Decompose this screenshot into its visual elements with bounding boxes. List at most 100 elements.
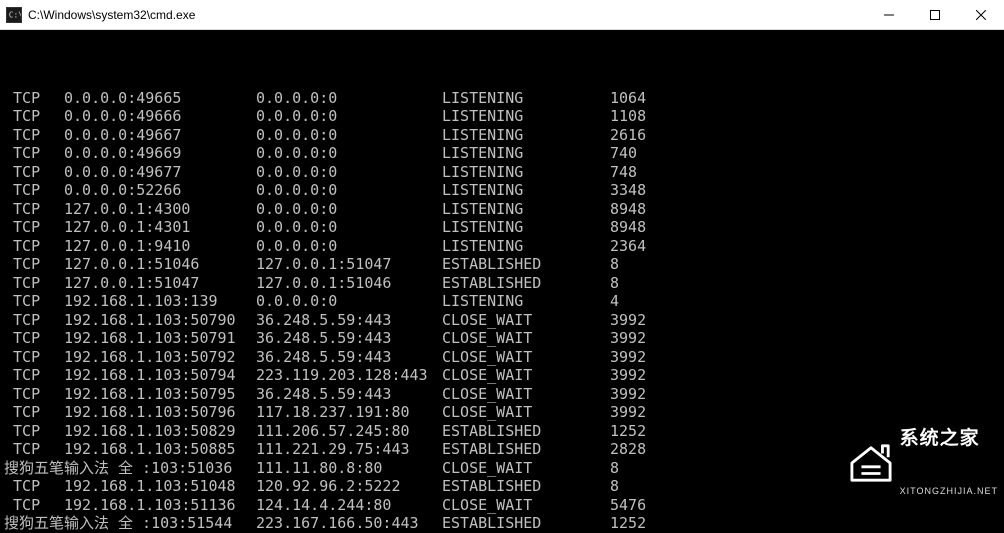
proto-cell: TCP [4, 366, 64, 385]
close-button[interactable] [958, 0, 1004, 30]
netstat-row: TCP127.0.0.1:51047127.0.0.1:51046ESTABLI… [4, 274, 1000, 293]
pid-cell: 8 [610, 274, 619, 293]
netstat-row: TCP0.0.0.0:496660.0.0.0:0LISTENING1108 [4, 107, 1000, 126]
state-cell: ESTABLISHED [442, 255, 610, 274]
state-cell: LISTENING [442, 218, 610, 237]
netstat-row: TCP192.168.1.103:5079036.248.5.59:443CLO… [4, 311, 1000, 330]
remote-address-cell: 117.18.237.191:80 [256, 403, 442, 422]
watermark: 系统之家 XITONGZHIJIA.NET [848, 392, 998, 533]
proto-cell: TCP [4, 496, 64, 515]
state-cell: CLOSE_WAIT [442, 385, 610, 404]
maximize-icon [930, 10, 940, 20]
remote-address-cell: 0.0.0.0:0 [256, 144, 442, 163]
minimize-button[interactable] [866, 0, 912, 30]
remote-address-cell: 0.0.0.0:0 [256, 218, 442, 237]
local-address-cell: 127.0.0.1:51047 [64, 274, 256, 293]
watermark-text: 系统之家 XITONGZHIJIA.NET [900, 392, 998, 533]
ime-overlay: 搜狗五笔输入法 全 :103:51036 [4, 459, 256, 478]
state-cell: ESTABLISHED [442, 422, 610, 441]
pid-cell: 8948 [610, 200, 646, 219]
pid-cell: 3992 [610, 385, 646, 404]
proto-cell: TCP [4, 200, 64, 219]
state-cell: LISTENING [442, 200, 610, 219]
proto-cell: TCP [4, 329, 64, 348]
ime-label: 搜狗五笔输入法 全 : [4, 514, 151, 533]
local-address-cell: 192.168.1.103:50885 [64, 440, 256, 459]
netstat-row: TCP127.0.0.1:43000.0.0.0:0LISTENING8948 [4, 200, 1000, 219]
ime-overlay: 搜狗五笔输入法 全 :103:51544 [4, 514, 256, 533]
local-address-cell: 127.0.0.1:51046 [64, 255, 256, 274]
netstat-row: TCP127.0.0.1:43010.0.0.0:0LISTENING8948 [4, 218, 1000, 237]
remote-address-cell: 0.0.0.0:0 [256, 237, 442, 256]
pid-cell: 1252 [610, 514, 646, 533]
proto-cell: TCP [4, 218, 64, 237]
remote-address-cell: 0.0.0.0:0 [256, 200, 442, 219]
pid-cell: 5476 [610, 496, 646, 515]
pid-cell: 2364 [610, 237, 646, 256]
state-cell: ESTABLISHED [442, 477, 610, 496]
remote-address-cell: 0.0.0.0:0 [256, 89, 442, 108]
local-address-cell: 192.168.1.103:50792 [64, 348, 256, 367]
local-address-cell: 0.0.0.0:49677 [64, 163, 256, 182]
state-cell: CLOSE_WAIT [442, 329, 610, 348]
pid-cell: 2828 [610, 440, 646, 459]
pid-cell: 2616 [610, 126, 646, 145]
proto-cell: TCP [4, 403, 64, 422]
local-tail: 103:51036 [151, 459, 232, 477]
proto-cell: TCP [4, 237, 64, 256]
state-cell: CLOSE_WAIT [442, 348, 610, 367]
remote-address-cell: 127.0.0.1:51046 [256, 274, 442, 293]
pid-cell: 3992 [610, 311, 646, 330]
state-cell: LISTENING [442, 292, 610, 311]
remote-address-cell: 120.92.96.2:5222 [256, 477, 442, 496]
state-cell: ESTABLISHED [442, 274, 610, 293]
local-address-cell: 0.0.0.0:49669 [64, 144, 256, 163]
watermark-en: XITONGZHIJIA.NET [900, 487, 998, 496]
pid-cell: 3992 [610, 329, 646, 348]
remote-address-cell: 36.248.5.59:443 [256, 348, 442, 367]
netstat-row: TCP192.168.1.103:5079136.248.5.59:443CLO… [4, 329, 1000, 348]
pid-cell: 1252 [610, 422, 646, 441]
minimize-icon [884, 10, 894, 20]
remote-address-cell: 124.14.4.244:80 [256, 496, 442, 515]
pid-cell: 3992 [610, 403, 646, 422]
proto-cell: TCP [4, 422, 64, 441]
netstat-row: TCP0.0.0.0:496670.0.0.0:0LISTENING2616 [4, 126, 1000, 145]
remote-address-cell: 223.119.203.128:443 [256, 366, 442, 385]
netstat-row: TCP0.0.0.0:496690.0.0.0:0LISTENING740 [4, 144, 1000, 163]
netstat-row: TCP127.0.0.1:94100.0.0.0:0LISTENING2364 [4, 237, 1000, 256]
pid-cell: 3992 [610, 348, 646, 367]
terminal-area[interactable]: TCP0.0.0.0:496650.0.0.0:0LISTENING1064 T… [0, 30, 1004, 533]
proto-cell: TCP [4, 348, 64, 367]
state-cell: LISTENING [442, 107, 610, 126]
pid-cell: 8 [610, 255, 619, 274]
remote-address-cell: 0.0.0.0:0 [256, 181, 442, 200]
maximize-button[interactable] [912, 0, 958, 30]
proto-cell: TCP [4, 274, 64, 293]
state-cell: CLOSE_WAIT [442, 403, 610, 422]
remote-address-cell: 111.221.29.75:443 [256, 440, 442, 459]
state-cell: LISTENING [442, 126, 610, 145]
netstat-row: TCP127.0.0.1:51046127.0.0.1:51047ESTABLI… [4, 255, 1000, 274]
local-address-cell: 127.0.0.1:4300 [64, 200, 256, 219]
proto-cell: TCP [4, 311, 64, 330]
local-address-cell: 192.168.1.103:50791 [64, 329, 256, 348]
proto-cell: TCP [4, 126, 64, 145]
remote-address-cell: 111.11.80.8:80 [256, 459, 442, 478]
state-cell: ESTABLISHED [442, 514, 610, 533]
local-address-cell: 192.168.1.103:50829 [64, 422, 256, 441]
remote-address-cell: 0.0.0.0:0 [256, 292, 442, 311]
pid-cell: 3348 [610, 181, 646, 200]
close-icon [976, 10, 986, 20]
netstat-row: TCP192.168.1.103:1390.0.0.0:0LISTENING4 [4, 292, 1000, 311]
local-address-cell: 192.168.1.103:50796 [64, 403, 256, 422]
remote-address-cell: 223.167.166.50:443 [256, 514, 442, 533]
netstat-row: TCP0.0.0.0:522660.0.0.0:0LISTENING3348 [4, 181, 1000, 200]
titlebar[interactable]: C:\ C:\Windows\system32\cmd.exe [0, 0, 1004, 30]
local-address-cell: 0.0.0.0:49666 [64, 107, 256, 126]
pid-cell: 8 [610, 459, 619, 478]
state-cell: LISTENING [442, 237, 610, 256]
remote-address-cell: 0.0.0.0:0 [256, 163, 442, 182]
cmd-window: C:\ C:\Windows\system32\cmd.exe TCP0.0.0… [0, 0, 1004, 533]
remote-address-cell: 127.0.0.1:51047 [256, 255, 442, 274]
